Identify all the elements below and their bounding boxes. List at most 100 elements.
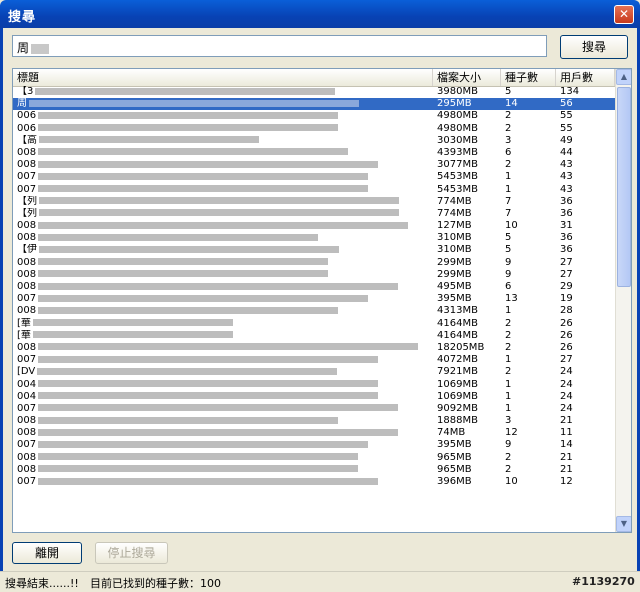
row-title-text: 008 [17,268,37,280]
row-title-text: 008 [17,451,37,463]
row-users-text: 56 [560,98,573,110]
redacted-text [38,148,349,156]
column-header-seeds[interactable]: 種子數 [501,69,556,86]
table-row[interactable]: 008 299MB 9 27 [13,257,615,269]
scroll-up-icon[interactable]: ▲ [616,69,631,85]
table-row[interactable]: 【列 774MB 7 36 [13,208,615,220]
table-row[interactable]: 008 4393MB 6 44 [13,147,615,159]
row-size: 4313MB [433,305,501,317]
redacted-text [38,477,379,485]
row-size: 9092MB [433,403,501,415]
row-size: 7921MB [433,366,501,378]
row-size: 4980MB [433,123,501,135]
row-seeds-text: 7 [505,195,512,207]
row-users-text: 21 [560,415,573,427]
row-seeds: 9 [501,439,556,451]
row-seeds-text: 1 [505,305,512,317]
scroll-thumb[interactable] [617,87,631,287]
row-seeds: 2 [501,366,556,378]
close-button[interactable]: 離開 [12,542,82,564]
row-size-text: 1888MB [437,415,478,427]
table-row[interactable]: [華 4164MB 2 26 [13,318,615,330]
row-users-text: 27 [560,354,573,366]
row-title-text: 007 [17,293,37,305]
row-title-text: 周 [17,98,27,110]
table-row[interactable]: 008 1888MB 3 21 [13,415,615,427]
table-row[interactable]: 007 5453MB 1 43 [13,184,615,196]
redacted-text [38,160,379,168]
table-row[interactable]: 008 310MB 5 36 [13,232,615,244]
table-row[interactable]: 008 299MB 9 27 [13,269,615,281]
row-seeds-text: 14 [505,98,518,110]
table-row[interactable]: 008 965MB 2 21 [13,464,615,476]
results-list[interactable]: 標題 檔案大小 種子數 用戶數 【3 3980MB 5 134 周 295MB 14 56 00… [12,68,632,533]
row-title-text: 008 [17,427,37,439]
row-users: 36 [556,232,615,244]
row-title-text: 007 [17,402,37,414]
column-header-title[interactable]: 標題 [13,69,433,86]
table-row[interactable]: 008 4313MB 1 28 [13,305,615,317]
vertical-scrollbar[interactable]: ▲ ▼ [615,69,631,532]
table-row[interactable]: 008 495MB 6 29 [13,281,615,293]
row-title: 008 [13,257,433,269]
row-title: 006 [13,110,433,122]
table-row[interactable]: 【高 3030MB 3 49 [13,135,615,147]
row-seeds: 2 [501,342,556,354]
table-row[interactable]: 007 396MB 10 12 [13,476,615,488]
row-size: 774MB [433,208,501,220]
redacted-text [38,428,399,436]
table-row[interactable]: 周 295MB 14 56 [13,98,615,111]
row-size: 3030MB [433,135,501,147]
search-input[interactable]: 周 [12,35,547,57]
table-row[interactable]: 007 395MB 9 14 [13,439,615,451]
table-row[interactable]: 008 965MB 2 21 [13,452,615,464]
table-row[interactable]: 006 4980MB 2 55 [13,123,615,135]
redacted-text [32,331,233,339]
row-title-text: 008 [17,159,37,171]
table-row[interactable]: 007 4072MB 1 27 [13,354,615,366]
row-users: 24 [556,379,615,391]
table-row[interactable]: 006 4980MB 2 55 [13,110,615,122]
table-row[interactable]: 008 18205MB 2 26 [13,342,615,354]
row-users-text: 36 [560,207,573,219]
redacted-text [37,367,338,375]
table-row[interactable]: 008 74MB 12 11 [13,427,615,439]
row-seeds: 6 [501,147,556,159]
row-users-text: 44 [560,146,573,158]
stop-search-button[interactable]: 停止搜尋 [95,542,168,564]
row-size-text: 4164MB [437,317,478,329]
table-row[interactable]: 【列 774MB 7 36 [13,196,615,208]
close-window-button[interactable]: ✕ [614,5,634,24]
row-title-text: 007 [17,439,37,451]
row-seeds-text: 5 [505,244,512,256]
table-row[interactable]: 004 1069MB 1 24 [13,379,615,391]
row-size: 395MB [433,293,501,305]
table-row[interactable]: 008 3077MB 2 43 [13,159,615,171]
table-row[interactable]: [華 4164MB 2 26 [13,330,615,342]
row-size: 310MB [433,232,501,244]
table-row[interactable]: 007 395MB 13 19 [13,293,615,305]
row-size: 965MB [433,464,501,476]
column-header-users[interactable]: 用戶數 [556,69,615,86]
row-seeds: 5 [501,244,556,256]
column-header-size[interactable]: 檔案大小 [433,69,501,86]
table-row[interactable]: 004 1069MB 1 24 [13,391,615,403]
table-row[interactable]: 【伊 310MB 5 36 [13,244,615,256]
row-users-text: 21 [560,463,573,475]
row-title: 004 [13,379,433,391]
table-row[interactable]: 008 127MB 10 31 [13,220,615,232]
row-size-text: 395MB [437,293,472,305]
scroll-down-icon[interactable]: ▼ [616,516,631,532]
row-size: 18205MB [433,342,501,354]
row-seeds: 2 [501,123,556,135]
row-title-text: 008 [17,415,37,427]
table-row[interactable]: 007 9092MB 1 24 [13,403,615,415]
table-row[interactable]: 【3 3980MB 5 134 [13,86,615,98]
row-seeds: 1 [501,184,556,196]
table-row[interactable]: 007 5453MB 1 43 [13,171,615,183]
search-button[interactable]: 搜尋 [560,35,628,59]
table-row[interactable]: [DV 7921MB 2 24 [13,366,615,378]
row-title-text: 007 [17,354,37,366]
redacted-text [38,453,359,461]
row-seeds: 2 [501,330,556,342]
